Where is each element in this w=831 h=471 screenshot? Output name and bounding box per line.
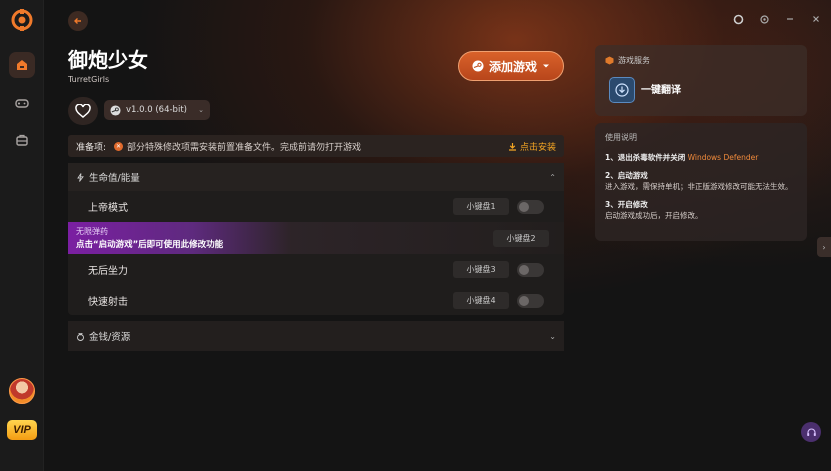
game-subtitle: TurretGirls (68, 75, 110, 84)
hotkey-button[interactable]: 小键盘1 (453, 198, 509, 215)
headset-icon (806, 427, 816, 436)
game-title: 御炮少女 (68, 48, 148, 72)
sidebar-item-home[interactable] (9, 52, 35, 78)
cheat-toggle[interactable] (517, 199, 544, 214)
usage-title: 使用说明 (605, 133, 637, 142)
cheat-row: 无限弹药 点击“启动游戏”后即可使用此修改功能 小键盘2 (68, 222, 564, 254)
notification-icon[interactable] (731, 12, 745, 26)
back-button[interactable] (68, 11, 88, 31)
usage-step-2: 2、启动游戏 进入游戏，需保持单机；非正版游戏修改可能无法生效。 (605, 170, 797, 192)
chevron-down-icon: ⌄ (198, 106, 204, 114)
step-highlight: Windows Defender (687, 153, 759, 162)
toolbox-icon (16, 134, 28, 146)
game-service-card: 游戏服务 一键翻译 (595, 45, 807, 116)
step-title: 2、启动游戏 (605, 171, 648, 180)
prep-label: 准备项: (76, 142, 107, 153)
section-health: 生命值/能量 ⌃ 上帝模式 小键盘1 无限弹药 点击“启动游戏”后即可使用此修改… (68, 163, 564, 315)
usage-step-3: 3、开启修改 启动游戏成功后，开启修改。 (605, 199, 797, 221)
cheat-row: 上帝模式 小键盘1 (68, 191, 564, 222)
expand-panel-button[interactable]: › (817, 237, 831, 257)
steam-icon (472, 60, 484, 72)
hotkey-button[interactable]: 小键盘4 (453, 292, 509, 309)
vip-badge[interactable]: VIP (7, 420, 37, 440)
cheat-toggle[interactable] (517, 262, 544, 277)
chevron-right-icon: › (822, 242, 826, 252)
section-money-header[interactable]: 金钱/资源 ⌄ (68, 321, 564, 351)
sidebar: VIP (0, 0, 44, 471)
step-text: 启动游戏成功后，开启修改。 (605, 211, 703, 220)
gamepad-icon (15, 99, 29, 108)
chevron-up-icon[interactable]: ⌃ (549, 173, 556, 182)
service-icon (605, 56, 614, 65)
step-text: 进入游戏，需保持单机；非正版游戏修改可能无法生效。 (605, 182, 793, 191)
section-health-header[interactable]: 生命值/能量 ⌃ (68, 163, 564, 191)
cheat-row: 无后坐力 小键盘3 (68, 254, 564, 285)
home-icon (17, 60, 27, 70)
cheat-label: 上帝模式 (88, 203, 128, 214)
minimize-icon[interactable] (783, 12, 797, 26)
sidebar-item-tools[interactable] (9, 127, 35, 153)
cheat-label: 无限弹药 (76, 227, 108, 236)
translate-label[interactable]: 一键翻译 (641, 81, 681, 96)
arrow-left-icon (74, 18, 81, 24)
cheat-label: 快速射击 (88, 297, 128, 308)
cheat-hint: 点击“启动游戏”后即可使用此修改功能 (76, 240, 224, 250)
translate-icon (615, 83, 629, 97)
add-game-label: 添加游戏 (488, 59, 537, 74)
download-icon (508, 142, 516, 151)
cheat-label-group: 无限弹药 点击“启动游戏”后即可使用此修改功能 (76, 226, 223, 250)
install-link[interactable]: 点击安装 (508, 140, 556, 153)
cheat-label: 无后坐力 (88, 266, 128, 277)
install-label: 点击安装 (519, 142, 556, 153)
settings-icon[interactable] (757, 12, 771, 26)
heart-icon (75, 104, 91, 118)
window-controls (731, 12, 823, 26)
cheat-toggle[interactable] (517, 293, 544, 308)
app-window: VIP 御炮少女 TurretGirls 添加游戏 v1.0.0 (64-bit… (0, 0, 831, 471)
usage-instructions: 使用说明 1、退出杀毒软件并关闭 Windows Defender 2、启动游戏… (595, 123, 807, 241)
section-health-title: 生命值/能量 (89, 173, 140, 184)
main-content: 御炮少女 TurretGirls 添加游戏 v1.0.0 (64-bit) ⌄ … (45, 0, 831, 471)
close-icon[interactable] (809, 12, 823, 26)
lightning-icon (77, 172, 84, 182)
favorite-button[interactable] (68, 97, 98, 125)
service-title: 游戏服务 (618, 56, 650, 65)
support-button[interactable] (801, 422, 821, 442)
sidebar-item-games[interactable] (9, 90, 35, 116)
service-header: 游戏服务 (605, 55, 650, 66)
version-select[interactable]: v1.0.0 (64-bit) ⌄ (104, 100, 210, 120)
hotkey-button[interactable]: 小键盘3 (453, 261, 509, 278)
step-title: 1、退出杀毒软件并关闭 (605, 153, 686, 162)
add-game-button[interactable]: 添加游戏 (458, 51, 564, 81)
version-label: v1.0.0 (64-bit) (126, 105, 187, 115)
section-money: 金钱/资源 ⌄ (68, 321, 564, 351)
steam-icon (110, 104, 121, 116)
chevron-down-icon[interactable]: ⌄ (549, 332, 556, 341)
caret-down-icon (543, 64, 549, 68)
usage-step-1: 1、退出杀毒软件并关闭 Windows Defender (605, 152, 797, 163)
prep-bar: 准备项: ✕ 部分特殊修改项需安装前置准备文件。完成前请勿打开游戏 点击安装 (68, 135, 564, 157)
user-avatar[interactable] (9, 378, 35, 404)
section-money-title: 金钱/资源 (89, 332, 131, 343)
cheat-row: 快速射击 小键盘4 (68, 285, 564, 316)
translate-button[interactable] (609, 77, 635, 103)
money-bag-icon (77, 332, 84, 341)
warning-icon: ✕ (114, 141, 124, 151)
step-title: 3、开启修改 (605, 200, 648, 209)
hotkey-button[interactable]: 小键盘2 (493, 229, 549, 247)
prep-text: 部分特殊修改项需安装前置准备文件。完成前请勿打开游戏 (127, 142, 362, 153)
app-logo-icon (11, 9, 33, 31)
